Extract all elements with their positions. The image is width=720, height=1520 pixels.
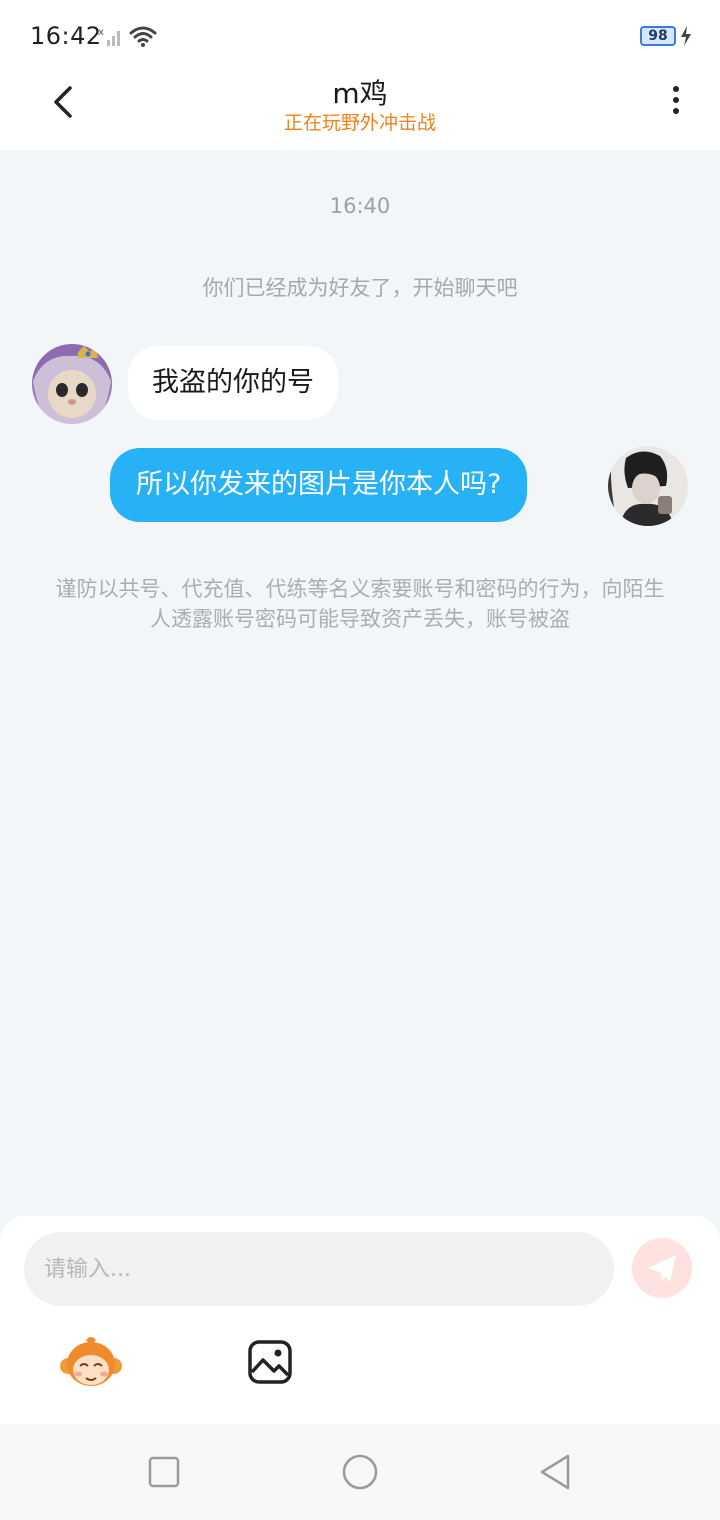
paper-plane-icon (648, 1255, 676, 1282)
image-button[interactable] (246, 1338, 294, 1386)
more-options-button[interactable] (664, 82, 688, 122)
system-message: 你们已经成为好友了，开始聊天吧 (202, 276, 518, 300)
message-input[interactable] (24, 1232, 614, 1306)
wifi-icon (129, 26, 157, 47)
contact-avatar[interactable] (32, 344, 112, 424)
contact-name: m鸡 (332, 77, 388, 110)
signal-icon: x (98, 27, 120, 46)
charging-icon (681, 26, 691, 46)
recent-apps-button[interactable] (148, 1456, 180, 1488)
system-back-button[interactable] (536, 1452, 576, 1492)
contact-status: 正在玩野外冲击战 (283, 112, 436, 134)
system-navigation-bar (0, 1424, 720, 1520)
incoming-message-bubble[interactable]: 我盗的你的号 (128, 346, 338, 420)
monkey-emoji-icon (60, 1337, 122, 1386)
image-icon (248, 1340, 292, 1384)
chat-header: m鸡 正在玩野外冲击战 (0, 72, 720, 150)
battery-indicator: 98 (640, 26, 676, 46)
more-vertical-icon (673, 86, 679, 92)
emoji-button[interactable] (60, 1336, 122, 1390)
status-bar: 16:42 x 98 (0, 0, 720, 72)
security-warning: 谨防以共号、代充值、代练等名义索要账号和密码的行为，向陌生人透露账号密码可能导致… (55, 577, 665, 631)
chat-area[interactable]: 16:40 你们已经成为好友了，开始聊天吧 我盗的你的号 所以你发来的图片是你本… (0, 150, 720, 1216)
status-time: 16:42 (30, 22, 102, 50)
message-timestamp: 16:40 (329, 194, 391, 218)
home-button[interactable] (340, 1452, 380, 1492)
svg-text:x: x (98, 27, 104, 38)
user-avatar[interactable] (608, 446, 688, 526)
input-panel (0, 1216, 720, 1424)
outgoing-message-bubble[interactable]: 所以你发来的图片是你本人吗? (110, 448, 528, 522)
send-button[interactable] (632, 1238, 692, 1298)
